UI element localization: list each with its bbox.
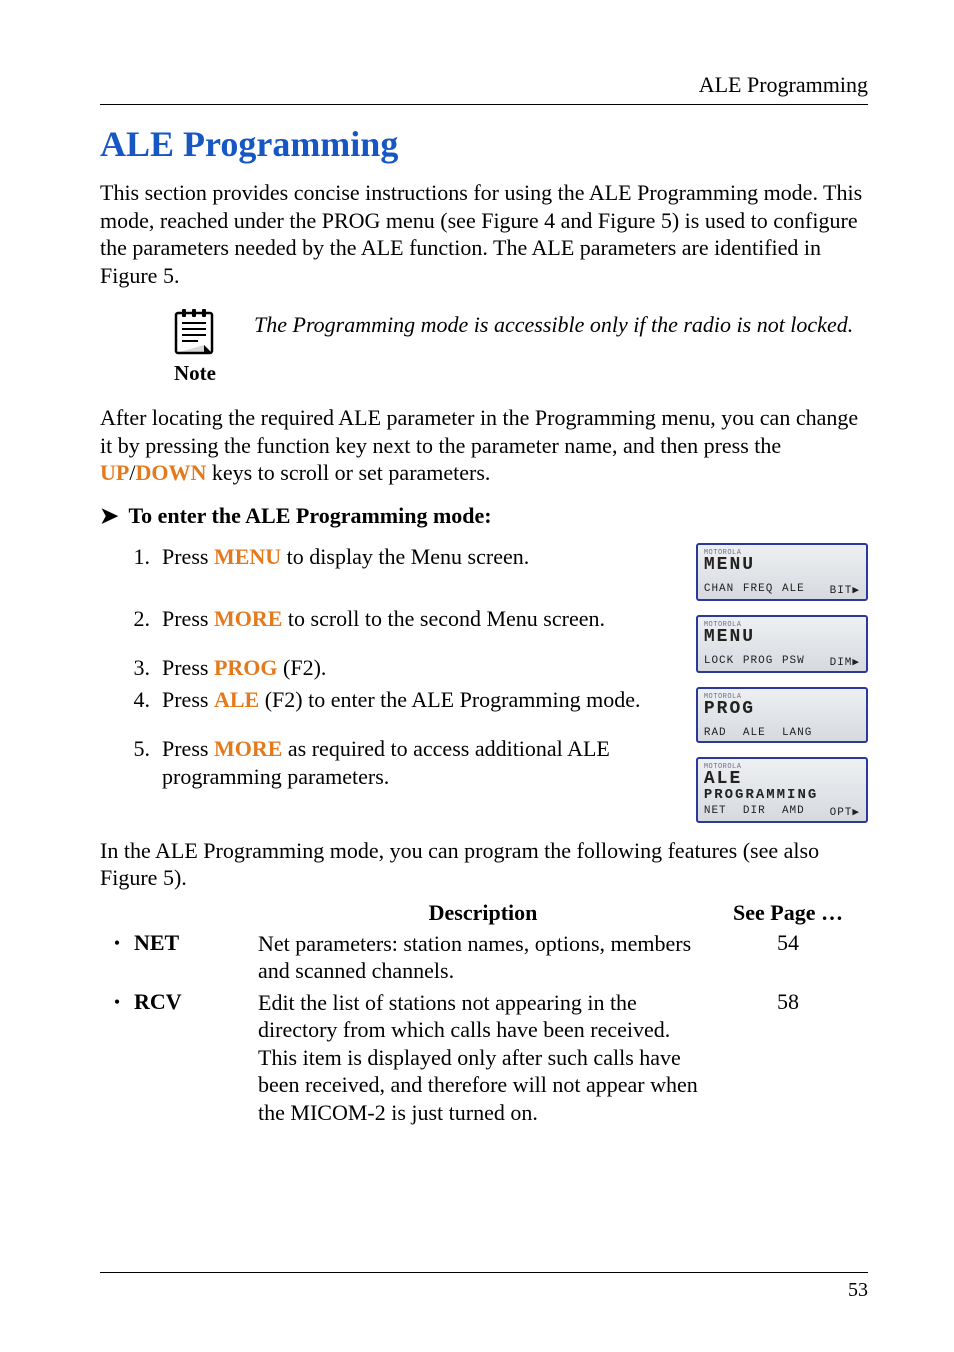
- lcd-softkeys: CHAN FREQ ALE BIT▶: [704, 583, 860, 597]
- footer: 53: [100, 1272, 868, 1302]
- lcd-line1: PROG: [704, 699, 860, 719]
- step: 1. Press MENU to display the Menu screen…: [100, 543, 676, 572]
- features-table: Description See Page … • NET Net paramet…: [100, 900, 868, 1127]
- running-head: ALE Programming: [100, 72, 868, 98]
- feature-desc: Edit the list of stations not appearing …: [258, 989, 708, 1127]
- feature-row: • NET Net parameters: station names, opt…: [100, 930, 868, 985]
- feature-name: NET: [134, 930, 179, 956]
- note-block: Note The Programming mode is accessible …: [160, 305, 868, 386]
- proc-arrow-icon: ➤: [100, 503, 118, 529]
- step-number: 3.: [100, 654, 162, 683]
- bullet-icon: •: [100, 930, 134, 956]
- features-header: Description See Page …: [100, 900, 868, 926]
- intro-paragraph: This section provides concise instructio…: [100, 179, 868, 289]
- screens-column: MOTOROLA MENU CHAN FREQ ALE BIT▶ MOTOROL…: [696, 543, 868, 823]
- rule-top: [100, 104, 868, 105]
- lcd-softkeys: RAD ALE LANG: [704, 727, 860, 739]
- key-menu: MENU: [214, 544, 281, 569]
- after-note-pre: After locating the required ALE paramete…: [100, 405, 858, 458]
- feature-name: RCV: [134, 989, 182, 1015]
- proc-title: To enter the ALE Programming mode:: [128, 503, 491, 529]
- feature-page: 54: [708, 930, 868, 985]
- step: 3. Press PROG (F2).: [100, 654, 676, 683]
- col-seepage: See Page …: [708, 900, 868, 926]
- key-more-2: MORE: [214, 736, 282, 761]
- after-note-post: keys to scroll or set parameters.: [206, 460, 490, 485]
- lcd-line1: MENU: [704, 627, 860, 647]
- lcd-softkeys: NET DIR AMD OPT▶: [704, 805, 860, 819]
- feature-page: 58: [708, 989, 868, 1127]
- note-text: The Programming mode is accessible only …: [254, 305, 868, 339]
- step-number: 5.: [100, 735, 162, 792]
- step: 5. Press MORE as required to access addi…: [100, 735, 676, 792]
- lcd-screen-prog: MOTOROLA PROG RAD ALE LANG: [696, 687, 868, 743]
- rule-bottom: [100, 1272, 868, 1273]
- steps-column: 1. Press MENU to display the Menu screen…: [100, 543, 676, 823]
- note-label: Note: [174, 361, 216, 386]
- feature-row: • RCV Edit the list of stations not appe…: [100, 989, 868, 1127]
- step-number: 1.: [100, 543, 162, 572]
- lcd-softkeys: LOCK PROG PSW DIM▶: [704, 655, 860, 669]
- step: 2. Press MORE to scroll to the second Me…: [100, 605, 676, 634]
- step-number: 4.: [100, 686, 162, 715]
- step: 4. Press ALE (F2) to enter the ALE Progr…: [100, 686, 676, 715]
- procedure-heading: ➤ To enter the ALE Programming mode:: [100, 503, 868, 529]
- feature-desc: Net parameters: station names, options, …: [258, 930, 708, 985]
- page-title: ALE Programming: [100, 123, 868, 165]
- step-number: 2.: [100, 605, 162, 634]
- note-icon: [168, 305, 222, 359]
- lcd-line1b: PROGRAMMING: [704, 787, 860, 803]
- lcd-screen-ale: MOTOROLA ALE PROGRAMMING NET DIR AMD OPT…: [696, 757, 868, 823]
- page-number: 53: [100, 1279, 868, 1302]
- down-key: DOWN: [135, 460, 206, 485]
- key-more: MORE: [214, 606, 282, 631]
- lcd-screen-menu2: MOTOROLA MENU LOCK PROG PSW DIM▶: [696, 615, 868, 673]
- up-key: UP: [100, 460, 129, 485]
- after-note-paragraph: After locating the required ALE paramete…: [100, 404, 868, 487]
- bullet-icon: •: [100, 989, 134, 1015]
- lcd-line1: MENU: [704, 555, 860, 575]
- col-description: Description: [258, 900, 708, 926]
- lcd-screen-menu1: MOTOROLA MENU CHAN FREQ ALE BIT▶: [696, 543, 868, 601]
- lcd-line1: ALE: [704, 769, 860, 789]
- key-prog: PROG: [214, 655, 278, 680]
- features-intro: In the ALE Programming mode, you can pro…: [100, 837, 868, 892]
- key-ale: ALE: [214, 687, 259, 712]
